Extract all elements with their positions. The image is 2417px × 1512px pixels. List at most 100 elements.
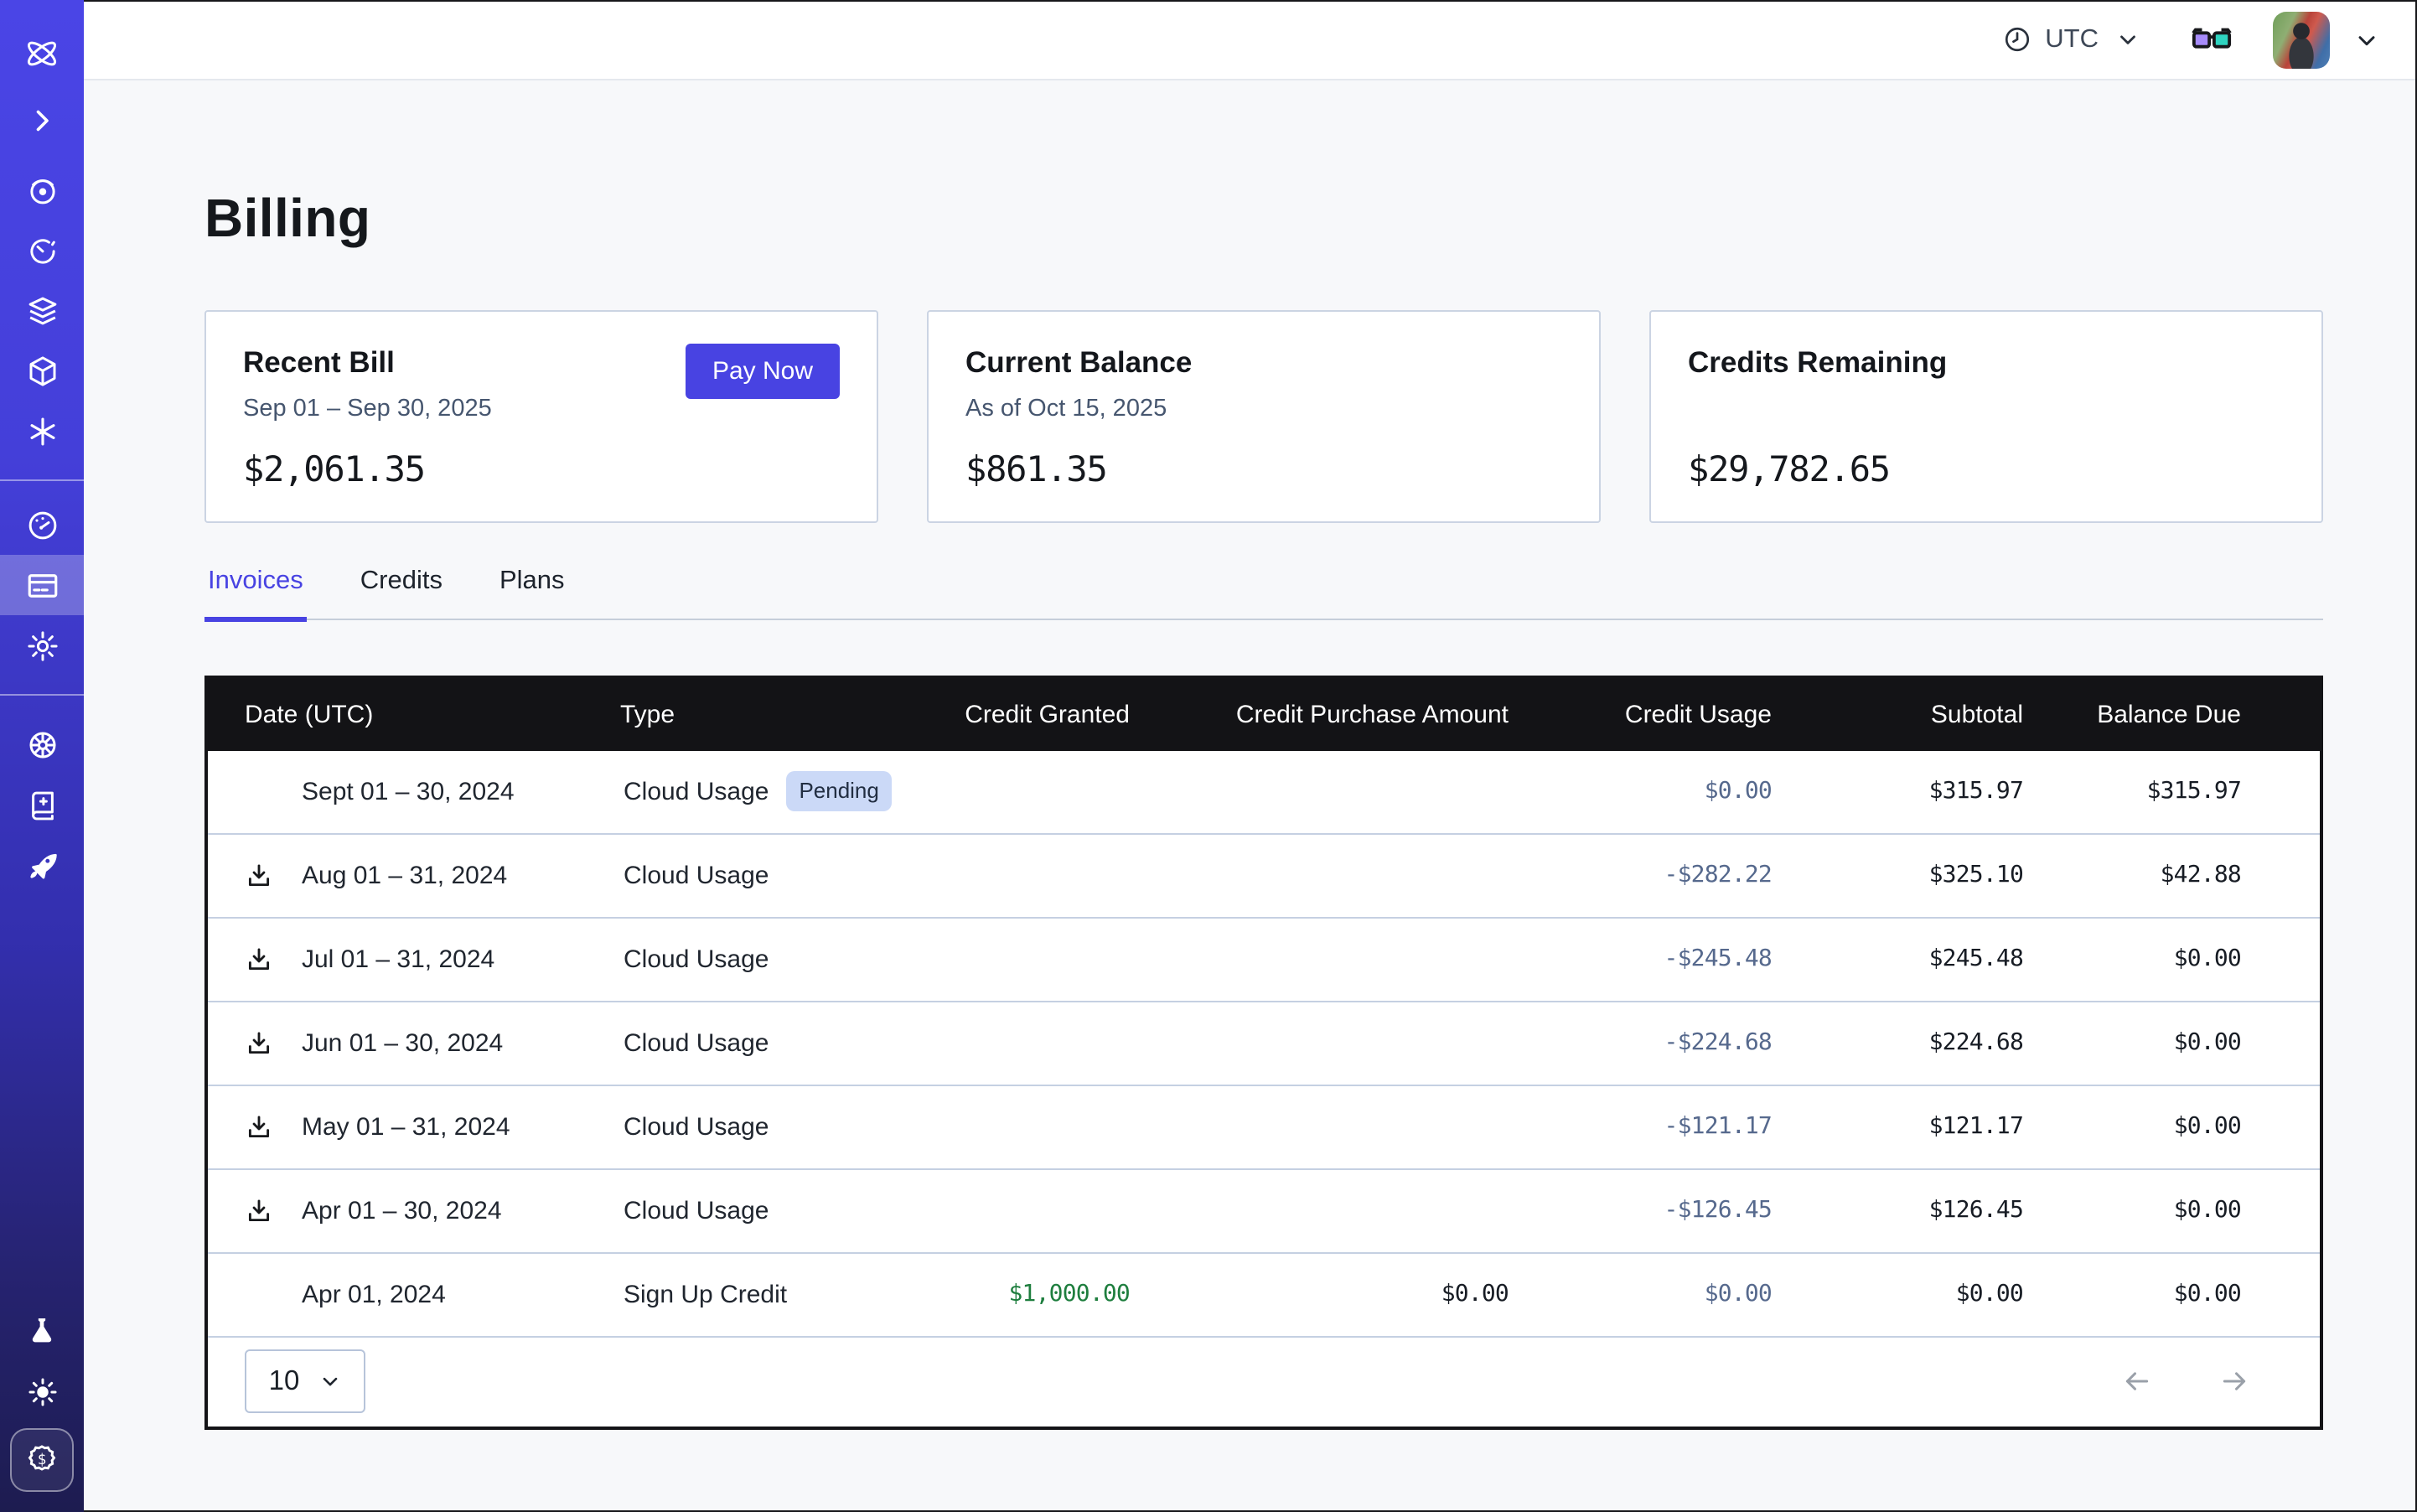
avatar[interactable]	[2273, 11, 2330, 68]
sidebar-item-billing[interactable]	[0, 555, 84, 615]
invoice-date: May 01 – 31, 2024	[302, 1113, 510, 1142]
glasses-icon[interactable]	[2191, 24, 2233, 54]
invoice-date: Jul 01 – 31, 2024	[302, 945, 494, 974]
next-page-button[interactable]	[2216, 1365, 2253, 1399]
sidebar-divider	[0, 694, 84, 696]
invoice-type: Cloud Usage	[624, 1197, 769, 1225]
credit-purchase-value: $0.00	[1143, 1253, 1522, 1336]
timer-icon[interactable]	[0, 220, 84, 280]
tab-invoices[interactable]: Invoices	[204, 567, 307, 619]
invoice-date: Sept 01 – 30, 2024	[302, 778, 515, 806]
credit-granted-value	[939, 918, 1143, 1002]
billing-tabs: Invoices Credits Plans	[204, 567, 2323, 620]
timezone-selector[interactable]: UTC	[2003, 24, 2140, 54]
current-balance-card: Current Balance As of Oct 15, 2025 $861.…	[927, 310, 1601, 523]
table-row: Jul 01 – 31, 2024 Cloud Usage -$245.48 $…	[208, 918, 2320, 1002]
cube-icon[interactable]	[0, 340, 84, 401]
docs-book-icon[interactable]	[0, 774, 84, 835]
credit-granted-value	[939, 834, 1143, 918]
table-row: Jun 01 – 30, 2024 Cloud Usage -$224.68 $…	[208, 1002, 2320, 1085]
invoice-date: Aug 01 – 31, 2024	[302, 862, 507, 890]
invoice-type: Cloud Usage	[624, 778, 769, 806]
credit-usage-value: $0.00	[1522, 1253, 1785, 1336]
credit-usage-value: -$224.68	[1522, 1002, 1785, 1085]
billing-page: Billing Recent Bill Sep 01 – Sep 30, 202…	[84, 80, 2417, 1430]
asterisk-icon[interactable]	[0, 401, 84, 461]
sun-icon[interactable]	[0, 1361, 84, 1421]
sidebar-expand-button[interactable]	[0, 97, 84, 144]
sidebar-divider	[0, 479, 84, 481]
credits-remaining-card: Credits Remaining $29,782.65	[1649, 310, 2323, 523]
gauge-icon[interactable]	[0, 495, 84, 555]
tab-plans[interactable]: Plans	[496, 567, 568, 619]
credit-purchase-value	[1143, 918, 1522, 1002]
invoice-type: Cloud Usage	[624, 1113, 769, 1142]
billing-app-window: $ UTC	[0, 0, 2417, 1512]
credit-purchase-value	[1143, 834, 1522, 918]
column-header-type: Type	[620, 679, 939, 751]
page-size-value: 10	[269, 1366, 300, 1398]
observe-eye-icon[interactable]	[0, 159, 84, 220]
rocket-icon[interactable]	[0, 835, 84, 895]
flask-icon[interactable]	[0, 1301, 84, 1361]
subtotal-value: $224.68	[1785, 1002, 2037, 1085]
invoice-date: Jun 01 – 30, 2024	[302, 1029, 503, 1058]
download-invoice-button[interactable]	[245, 945, 282, 974]
page-title: Billing	[204, 188, 2323, 250]
prev-page-button[interactable]	[2119, 1365, 2156, 1399]
subtotal-value: $121.17	[1785, 1085, 2037, 1169]
page-size-select[interactable]: 10	[245, 1350, 365, 1414]
column-header-date-utc: Date (UTC)	[208, 679, 620, 751]
svg-text:$: $	[38, 1452, 46, 1468]
download-invoice-button[interactable]	[245, 1113, 282, 1142]
sidebar-group-products	[0, 159, 84, 461]
current-balance-amount: $861.35	[965, 449, 1562, 489]
credit-purchase-value	[1143, 1002, 1522, 1085]
balance-due-value: $0.00	[2037, 1085, 2320, 1169]
credit-granted-value: $1,000.00	[939, 1253, 1143, 1336]
chevron-down-icon	[318, 1370, 341, 1394]
column-header-credit-usage: Credit Usage	[1522, 679, 1785, 751]
balance-due-value: $315.97	[2037, 751, 2320, 834]
table-header-row: Date (UTC)TypeCredit GrantedCredit Purch…	[208, 679, 2320, 751]
pay-now-button[interactable]: Pay Now	[686, 344, 840, 399]
download-invoice-button[interactable]	[245, 1029, 282, 1058]
column-header-credit-purchase-amount: Credit Purchase Amount	[1143, 679, 1522, 751]
column-header-subtotal: Subtotal	[1785, 679, 2037, 751]
card-title: Credits Remaining	[1688, 345, 2285, 381]
credit-usage-value: -$245.48	[1522, 918, 1785, 1002]
credit-granted-value	[939, 1002, 1143, 1085]
credit-granted-value	[939, 1085, 1143, 1169]
balance-due-value: $0.00	[2037, 1169, 2320, 1253]
card-title: Current Balance	[965, 345, 1562, 381]
recent-bill-card: Recent Bill Sep 01 – Sep 30, 2025 $2,061…	[204, 310, 878, 523]
credit-purchase-value	[1143, 1085, 1522, 1169]
summary-cards: Recent Bill Sep 01 – Sep 30, 2025 $2,061…	[204, 310, 2323, 523]
subtotal-value: $0.00	[1785, 1253, 2037, 1336]
gear-icon[interactable]	[0, 615, 84, 676]
column-header-credit-granted: Credit Granted	[939, 679, 1143, 751]
invoice-type: Cloud Usage	[624, 945, 769, 974]
credit-granted-value	[939, 1169, 1143, 1253]
download-invoice-button[interactable]	[245, 1197, 282, 1225]
download-invoice-button[interactable]	[245, 862, 282, 890]
invoice-type: Sign Up Credit	[624, 1281, 787, 1309]
dollar-badge-button[interactable]: $	[10, 1428, 74, 1492]
credit-usage-value: -$126.45	[1522, 1169, 1785, 1253]
invoice-type: Cloud Usage	[624, 862, 769, 890]
credit-granted-value	[939, 751, 1143, 834]
credit-usage-value: -$121.17	[1522, 1085, 1785, 1169]
pagination-bar: 10	[208, 1336, 2320, 1427]
chevron-down-icon[interactable]	[2353, 26, 2380, 53]
orbit-logo-icon[interactable]	[0, 27, 84, 80]
credit-purchase-value	[1143, 1169, 1522, 1253]
helm-icon[interactable]	[0, 714, 84, 774]
subtotal-value: $325.10	[1785, 834, 2037, 918]
subtotal-value: $126.45	[1785, 1169, 2037, 1253]
layers-icon[interactable]	[0, 280, 84, 340]
tab-credits[interactable]: Credits	[357, 567, 446, 619]
sidebar-group-bottom: $	[0, 1301, 84, 1512]
sidebar-group-account	[0, 495, 84, 676]
recent-bill-amount: $2,061.35	[243, 449, 840, 489]
balance-due-value: $0.00	[2037, 1253, 2320, 1336]
